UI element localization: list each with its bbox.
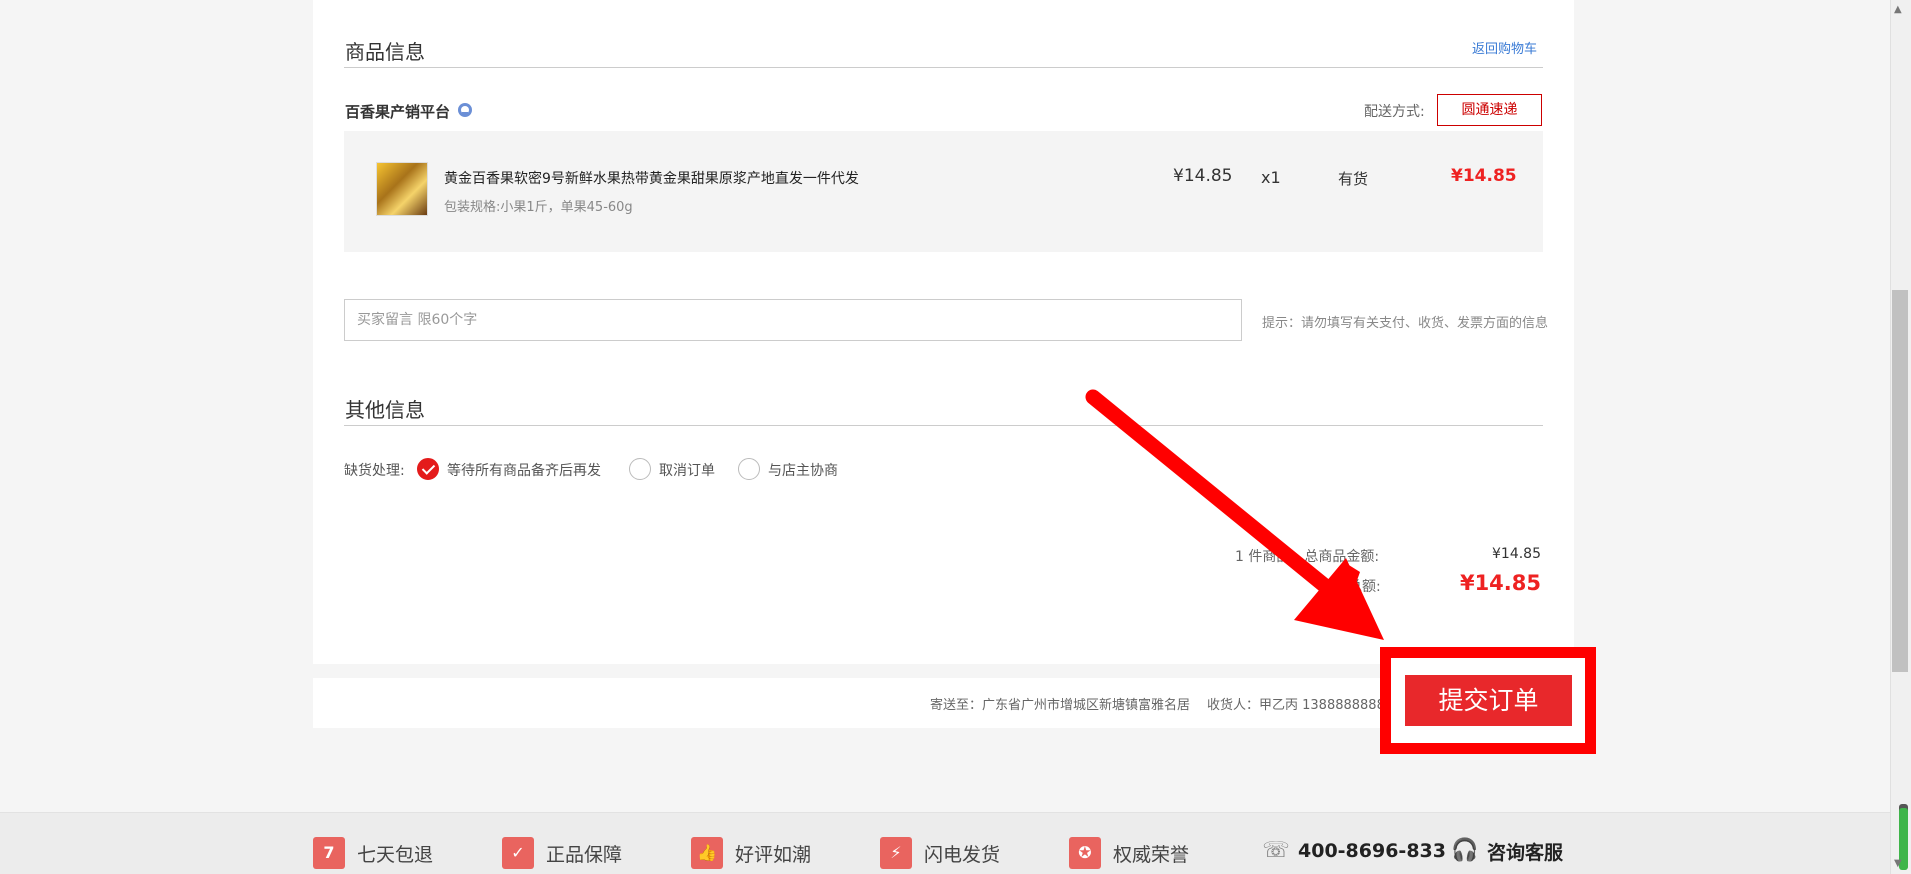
- footer-label: 闪电发货: [924, 843, 1001, 866]
- customer-service-link[interactable]: 咨询客服: [1487, 838, 1563, 865]
- goods-divider: [344, 67, 1543, 68]
- scrollbar-thumb[interactable]: [1892, 290, 1908, 672]
- submit-order-button[interactable]: 提交订单: [1405, 675, 1572, 726]
- seven-day-return-icon: 7: [313, 837, 345, 869]
- product-stock: 有货: [1338, 170, 1369, 188]
- shipping-method-button[interactable]: 圆通速递: [1437, 94, 1542, 126]
- message-tip: 提示：请勿填写有关支付、收货、发票方面的信息: [1262, 316, 1549, 331]
- payable-total-value: ¥14.85: [1459, 571, 1541, 595]
- product-spec: 包装规格:小果1斤，单果45-60g: [444, 200, 633, 215]
- product-quantity: x1: [1261, 168, 1281, 187]
- payable-label: 应付总额:: [1320, 579, 1381, 595]
- footer-label: 七天包退: [357, 843, 434, 866]
- product-row: [344, 131, 1543, 252]
- radio-wait-all-label[interactable]: 等待所有商品备齐后再发: [447, 460, 601, 480]
- goods-section-title: 商品信息: [345, 40, 425, 64]
- footer-item-honors: ✪ 权威荣誉: [1069, 837, 1189, 869]
- lightning-icon: ⚡: [880, 837, 912, 869]
- other-section-title: 其他信息: [345, 398, 425, 422]
- shipping-label: 配送方式:: [1364, 104, 1425, 120]
- goods-count-total-label: 1 件商品，总商品金额:: [1235, 549, 1380, 565]
- phone-icon: ☏: [1262, 838, 1290, 863]
- out-of-stock-label: 缺货处理:: [344, 463, 405, 479]
- back-to-cart-link[interactable]: 返回购物车: [1472, 38, 1537, 57]
- phone-number[interactable]: 400-8696-833: [1298, 840, 1446, 862]
- radio-negotiate[interactable]: [738, 458, 760, 480]
- footer-service[interactable]: 🎧 咨询客服: [1451, 837, 1563, 865]
- other-divider: [344, 425, 1543, 426]
- product-thumbnail[interactable]: [376, 162, 428, 216]
- medal-icon: ✪: [1069, 837, 1101, 869]
- product-price: ¥14.85: [1173, 166, 1233, 186]
- footer-label: 好评如潮: [735, 843, 812, 866]
- shop-name: 百香果产销平台: [345, 103, 451, 121]
- footer-item-seven-day-return: 7 七天包退: [313, 837, 433, 869]
- shield-check-icon: ✓: [502, 837, 534, 869]
- footer-item-fast-ship: ⚡ 闪电发货: [880, 837, 1000, 869]
- radio-wait-all[interactable]: [417, 458, 439, 480]
- radio-negotiate-label[interactable]: 与店主协商: [768, 460, 838, 480]
- ship-to-address: 寄送至：广东省广州市增城区新塘镇富雅名居: [930, 698, 1191, 713]
- footer-label: 权威荣誉: [1113, 843, 1190, 866]
- receiver-info: 收货人：甲乙丙 13888888888: [1207, 698, 1394, 713]
- scroll-up-arrow-icon[interactable]: ▲: [1894, 4, 1902, 15]
- buyer-message-input[interactable]: [344, 299, 1242, 341]
- product-subtotal: ¥14.85: [1451, 166, 1517, 186]
- product-title[interactable]: 黄金百香果软密9号新鲜水果热带黄金果甜果原浆产地直发一件代发: [444, 168, 859, 188]
- thumbs-up-icon: 👍: [691, 837, 723, 869]
- customer-service-icon[interactable]: [456, 101, 474, 119]
- footer-phone[interactable]: ☏ 400-8696-833: [1262, 837, 1446, 865]
- scroll-down-arrow-icon[interactable]: ▼: [1894, 858, 1902, 869]
- headset-icon: 🎧: [1451, 838, 1479, 863]
- radio-cancel-order-label[interactable]: 取消订单: [659, 460, 715, 480]
- footer-label: 正品保障: [546, 843, 623, 866]
- goods-total-value: ¥14.85: [1492, 546, 1541, 562]
- footer-item-reviews: 👍 好评如潮: [691, 837, 811, 869]
- footer-item-genuine: ✓ 正品保障: [502, 837, 622, 869]
- radio-cancel-order[interactable]: [629, 458, 651, 480]
